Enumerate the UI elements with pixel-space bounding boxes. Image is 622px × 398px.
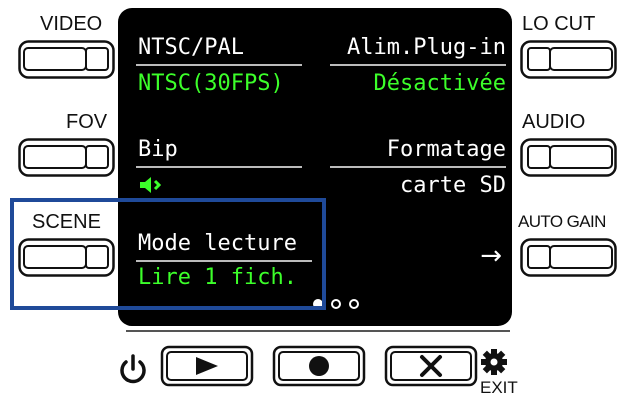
divider: [136, 64, 302, 66]
menu-item-value-formatage: carte SD: [400, 173, 506, 198]
menu-item-title-ntsc-pal[interactable]: NTSC/PAL: [138, 36, 244, 60]
lo-cut-button[interactable]: [520, 40, 618, 80]
fov-label: FOV: [66, 111, 108, 133]
auto-gain-button[interactable]: [520, 238, 618, 278]
menu-item-value-ntsc-pal: NTSC(30FPS): [138, 71, 284, 96]
record-button[interactable]: [272, 345, 366, 387]
audio-label: AUDIO: [522, 111, 586, 133]
video-button[interactable]: [18, 40, 116, 80]
menu-item-title-formatage[interactable]: Formatage: [387, 138, 506, 162]
cancel-button[interactable]: [384, 345, 478, 387]
divider: [136, 166, 302, 168]
exit-label: EXIT: [480, 378, 518, 397]
selection-highlight: [10, 198, 326, 310]
menu-item-title-bip[interactable]: Bip: [138, 138, 178, 162]
audio-button[interactable]: [520, 138, 618, 178]
gear-icon[interactable]: [480, 348, 508, 376]
menu-item-value-alim-plug-in: Désactivée: [373, 71, 506, 96]
fov-button[interactable]: [18, 138, 116, 178]
menu-item-title-alim-plug-in[interactable]: Alim.Plug-in: [347, 36, 506, 60]
video-label: VIDEO: [40, 13, 103, 35]
auto-gain-label: AUTO GAIN: [518, 212, 606, 231]
divider: [126, 330, 510, 332]
lo-cut-label: LO CUT: [522, 13, 596, 35]
play-button[interactable]: [160, 345, 254, 387]
next-page-arrow[interactable]: →: [480, 243, 502, 269]
speaker-on-icon: [140, 177, 162, 193]
record-icon: [309, 356, 329, 376]
divider: [330, 64, 506, 66]
power-icon[interactable]: [116, 352, 150, 386]
divider: [330, 166, 506, 168]
